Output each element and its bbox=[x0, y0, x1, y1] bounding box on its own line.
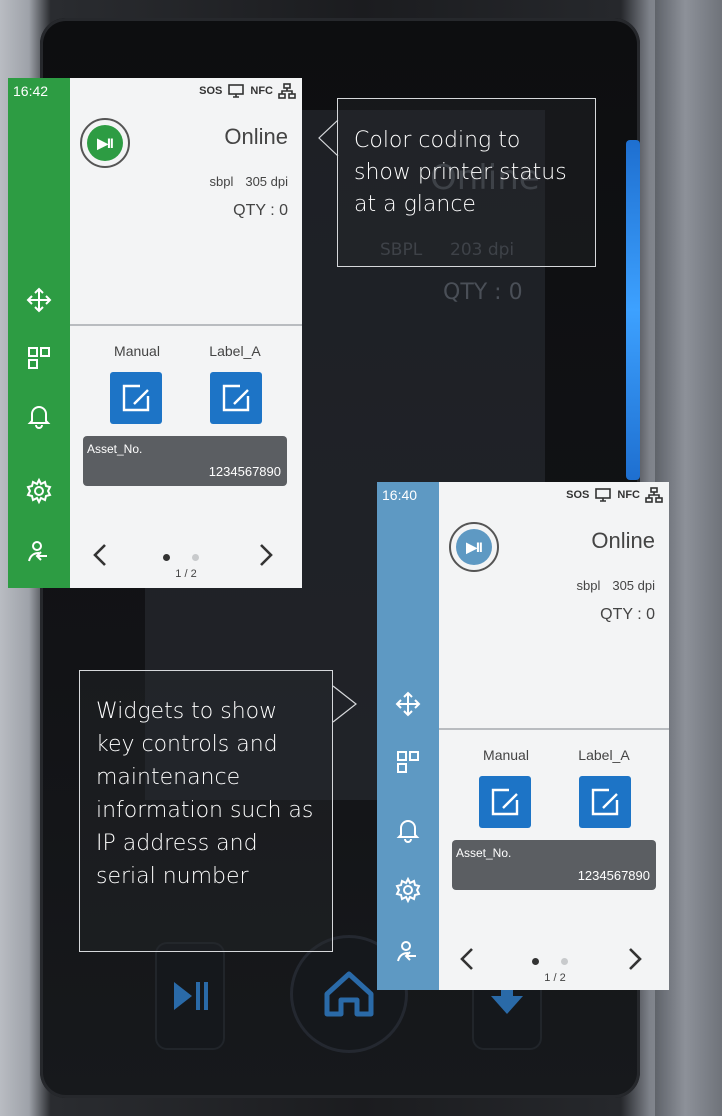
chevron-right-icon bbox=[260, 544, 273, 566]
divider bbox=[70, 324, 302, 326]
printer-language: sbpl bbox=[576, 578, 601, 593]
play-pause-icon: ▶II bbox=[87, 125, 123, 161]
move-icon[interactable] bbox=[393, 689, 423, 719]
monitor-icon bbox=[594, 487, 612, 503]
edit-icon bbox=[491, 788, 519, 816]
page-dot-active bbox=[532, 958, 539, 965]
page-indicator: 1 / 2 bbox=[544, 972, 566, 984]
nfc-icon: NFC bbox=[617, 489, 640, 501]
print-quantity: QTY : 0 bbox=[600, 606, 655, 623]
widget-label-label-a: Label_A bbox=[209, 343, 261, 359]
callout-widgets: Widgets to show key controls and mainten… bbox=[79, 670, 333, 952]
printer-resolution: 305 dpi bbox=[612, 578, 655, 593]
widget-manual-button[interactable] bbox=[110, 372, 162, 424]
play-pause-icon bbox=[174, 982, 208, 1010]
asset-name: Asset_No. bbox=[87, 442, 143, 456]
nfc-icon: NFC bbox=[250, 85, 273, 97]
monitor-icon bbox=[227, 83, 245, 99]
print-settings: sbpl 305 dpi bbox=[209, 174, 288, 189]
status-icons: SOS NFC bbox=[566, 487, 663, 503]
widget-label-manual: Manual bbox=[483, 747, 529, 763]
home-icon bbox=[324, 971, 374, 1017]
user-logout-icon[interactable] bbox=[393, 938, 423, 968]
background-quantity: QTY : 0 bbox=[443, 280, 523, 305]
status-rail-blue: 16:40 bbox=[377, 482, 439, 990]
page-indicator: 1 / 2 bbox=[175, 568, 197, 580]
play-pause-button[interactable]: ▶II bbox=[80, 118, 130, 168]
prev-page-button[interactable] bbox=[455, 944, 479, 974]
asset-value: 1234567890 bbox=[577, 868, 650, 883]
clock: 16:42 bbox=[13, 83, 49, 99]
chevron-right-icon bbox=[629, 948, 642, 970]
chevron-left-icon bbox=[93, 544, 106, 566]
page-dot-active bbox=[163, 554, 170, 561]
asset-name: Asset_No. bbox=[456, 846, 512, 860]
page-dots bbox=[163, 554, 199, 561]
printer-status: Online bbox=[224, 124, 288, 149]
printer-resolution: 305 dpi bbox=[245, 174, 288, 189]
callout-pointer bbox=[332, 685, 357, 723]
bell-icon[interactable] bbox=[393, 814, 423, 844]
page-dot-inactive bbox=[192, 554, 199, 561]
widget-label-a-button[interactable] bbox=[579, 776, 631, 828]
printer-screen-online: 16:42 SOS NFC ▶II Online sbpl 305 dpi QT… bbox=[8, 78, 302, 588]
prev-page-button[interactable] bbox=[88, 540, 112, 570]
hw-pause-button[interactable] bbox=[155, 942, 225, 1050]
next-page-button[interactable] bbox=[254, 540, 278, 570]
callout-pointer bbox=[318, 119, 339, 157]
chevron-left-icon bbox=[460, 948, 473, 970]
status-rail-green: 16:42 bbox=[8, 78, 70, 588]
move-icon[interactable] bbox=[24, 285, 54, 315]
divider bbox=[439, 728, 669, 730]
network-icon bbox=[278, 83, 296, 99]
callout-status-colors: Color coding to show printer status at a… bbox=[337, 98, 596, 267]
printer-language: sbpl bbox=[209, 174, 234, 189]
edit-icon bbox=[591, 788, 619, 816]
widget-manual-button[interactable] bbox=[479, 776, 531, 828]
widget-label-label-a: Label_A bbox=[578, 747, 630, 763]
network-icon bbox=[645, 487, 663, 503]
sos-icon: SOS bbox=[199, 85, 223, 97]
gear-icon[interactable] bbox=[24, 476, 54, 506]
asset-widget[interactable]: Asset_No. 1234567890 bbox=[83, 436, 287, 486]
printer-screen-paused: 16:40 SOS NFC ▶II Online sbpl 305 dpi QT… bbox=[377, 482, 669, 990]
print-settings: sbpl 305 dpi bbox=[576, 578, 655, 593]
user-logout-icon[interactable] bbox=[24, 538, 54, 568]
widgets-grid-icon[interactable] bbox=[24, 343, 54, 373]
page-dot-inactive bbox=[561, 958, 568, 965]
sos-icon: SOS bbox=[566, 489, 590, 501]
bell-icon[interactable] bbox=[24, 400, 54, 430]
printer-status: Online bbox=[591, 528, 655, 553]
edit-icon bbox=[122, 384, 150, 412]
status-icons: SOS NFC bbox=[199, 83, 296, 99]
asset-value: 1234567890 bbox=[208, 464, 281, 479]
next-page-button[interactable] bbox=[623, 944, 647, 974]
asset-widget[interactable]: Asset_No. 1234567890 bbox=[452, 840, 656, 890]
page-dots bbox=[532, 958, 568, 965]
widget-label-manual: Manual bbox=[114, 343, 160, 359]
clock: 16:40 bbox=[382, 487, 418, 503]
edit-icon bbox=[222, 384, 250, 412]
widget-label-a-button[interactable] bbox=[210, 372, 262, 424]
print-quantity: QTY : 0 bbox=[233, 202, 288, 219]
widgets-grid-icon[interactable] bbox=[393, 747, 423, 777]
play-pause-icon: ▶II bbox=[456, 529, 492, 565]
status-light-bar bbox=[626, 140, 640, 480]
play-pause-button[interactable]: ▶II bbox=[449, 522, 499, 572]
gear-icon[interactable] bbox=[393, 875, 423, 905]
